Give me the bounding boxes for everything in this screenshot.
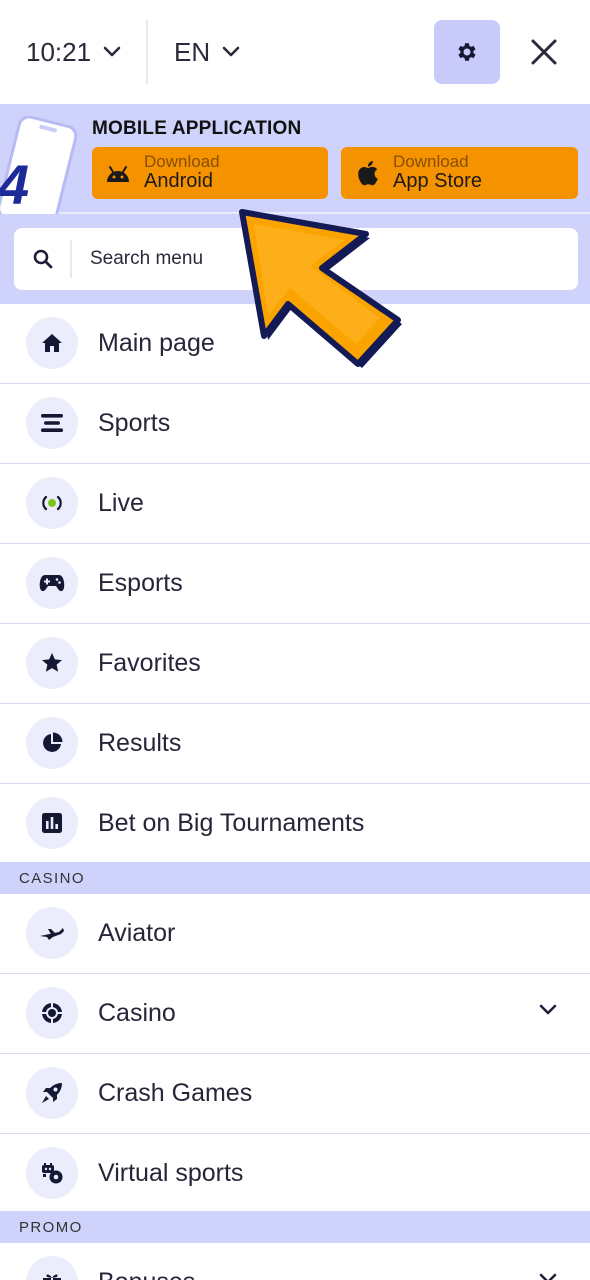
menu-label: Casino [98,999,176,1027]
menu-label: Main page [98,329,215,357]
download-appstore-button[interactable]: Download App Store [341,147,578,199]
gamepad-icon [39,575,65,592]
time-value: 10:21 [26,36,92,67]
menu-label: Bet on Big Tournaments [98,809,365,837]
menu-item-casino[interactable]: Casino [0,974,590,1054]
menu-item-aviator[interactable]: Aviator [0,894,590,974]
menu-icon-bg [26,987,78,1039]
android-label: Android [144,170,213,193]
banner-title: MOBILE APPLICATION [92,118,302,139]
menu-icon-bg [26,797,78,849]
appstore-small-label: Download [393,152,469,172]
language-value: EN [174,36,211,67]
top-bar: 10:21 EN [0,0,590,104]
close-icon [531,39,557,65]
pointer-arrow-icon [239,209,402,368]
rocket-icon [42,1083,62,1103]
close-button[interactable] [524,32,564,72]
section-title: PROMO [19,1219,83,1236]
menu-label: Bonuses [98,1268,195,1280]
chevron-down-icon [103,46,121,57]
menu-label: Aviator [98,919,176,947]
sports-lines-icon [41,414,63,432]
menu-item-results[interactable]: Results [0,704,590,784]
gift-icon [43,1274,61,1280]
menu-icon-bg [26,907,78,959]
settings-button[interactable] [434,20,500,84]
home-icon [42,334,62,352]
menu-label: Sports [98,409,171,437]
section-title: CASINO [19,870,85,887]
menu-icon-bg [26,397,78,449]
star-icon [42,653,62,672]
menu-item-bet-on-big-tournaments[interactable]: Bet on Big Tournaments [0,784,590,864]
appstore-label: App Store [393,170,482,193]
menu-icon-bg [26,317,78,369]
menu-label: Virtual sports [98,1159,244,1187]
pie-chart-icon [43,732,63,752]
apple-icon [358,161,378,186]
menu-item-sports[interactable]: Sports [0,384,590,464]
time-selector[interactable]: 10:21 [26,34,121,70]
menu-item-favorites[interactable]: Favorites [0,624,590,704]
language-selector[interactable]: EN [174,34,240,70]
gear-icon [458,43,476,61]
search-icon [33,249,53,269]
section-header-casino: CASINO [0,862,590,894]
casino-chip-icon [42,1003,62,1023]
menu-icon-bg [26,717,78,769]
menu-label: Results [98,729,182,757]
menu-item-virtual-sports[interactable]: Virtual sports [0,1134,590,1214]
menu-item-bonuses[interactable]: Bonuses [0,1243,590,1280]
airplane-icon [40,928,64,940]
virtual-sports-icon [42,1163,63,1184]
menu-label: Esports [98,569,183,597]
menu-icon-bg [26,1067,78,1119]
menu-item-crash-games[interactable]: Crash Games [0,1054,590,1134]
logo-letter: 4 [0,153,29,214]
phone-logo-icon: 4 [0,116,78,214]
chevron-down-icon[interactable] [538,1003,558,1017]
search-divider [70,240,72,278]
menu-icon-bg [26,557,78,609]
menu-label: Crash Games [98,1079,253,1107]
live-broadcast-icon [42,495,62,511]
chevron-down-icon [222,46,240,57]
menu-label: Live [98,489,144,517]
menu-icon-bg [26,1147,78,1199]
bar-chart-icon [42,813,62,833]
menu-item-esports[interactable]: Esports [0,544,590,624]
chevron-down-icon[interactable] [538,1272,558,1280]
download-android-button[interactable]: Download Android [92,147,328,199]
android-small-label: Download [144,152,220,172]
section-header-promo: PROMO [0,1211,590,1243]
menu-item-live[interactable]: Live [0,464,590,544]
menu-icon-bg [26,637,78,689]
menu-icon-bg [26,1256,78,1280]
android-icon [107,166,129,182]
menu-icon-bg [26,477,78,529]
divider [146,20,148,84]
menu-label: Favorites [98,649,201,677]
